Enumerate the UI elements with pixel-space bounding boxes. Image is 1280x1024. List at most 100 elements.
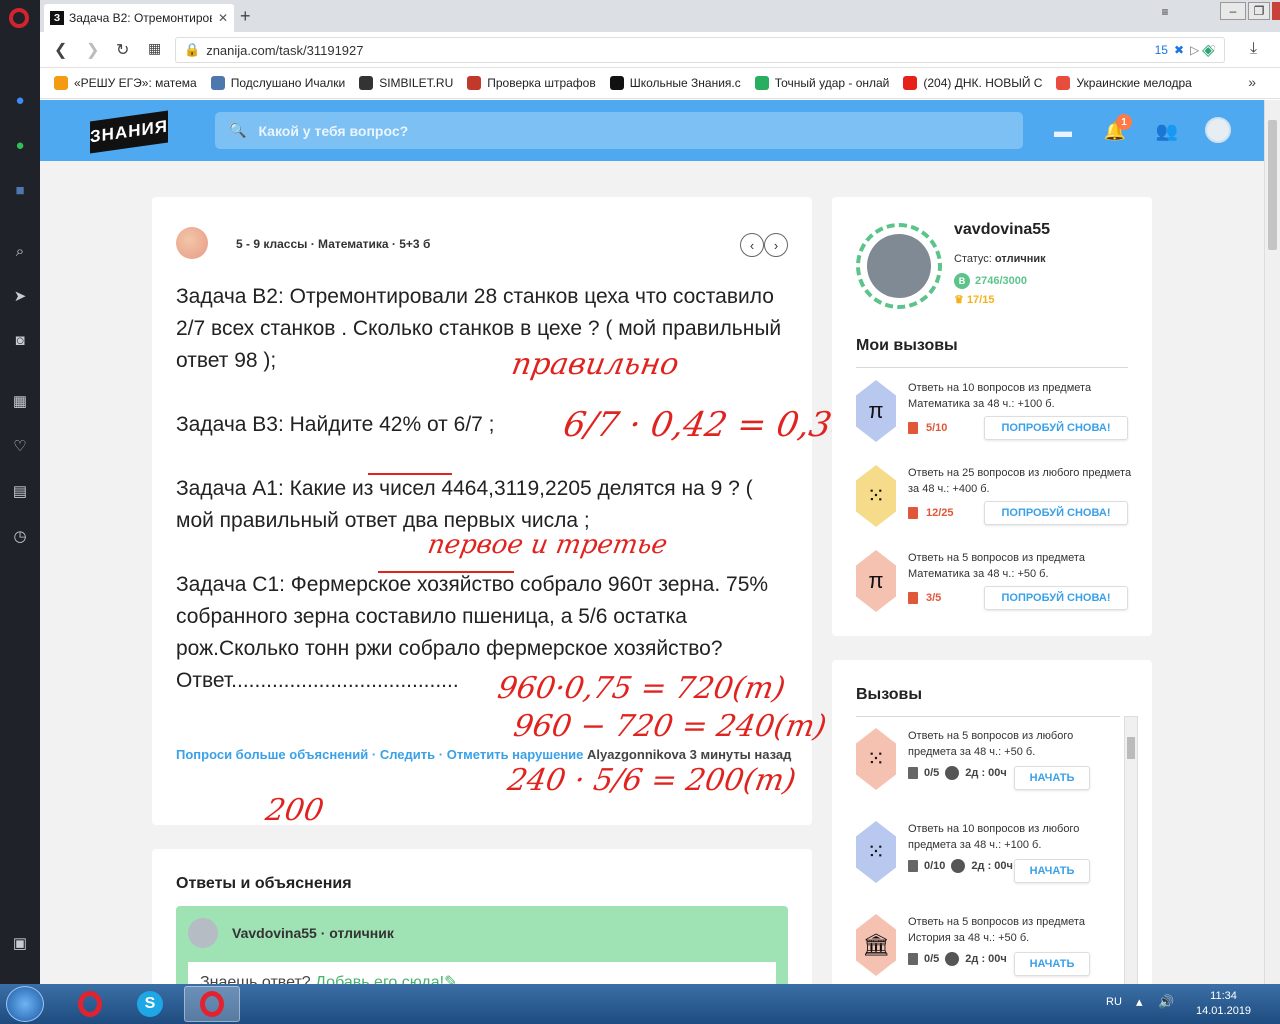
handwriting-calc: 960·0,75 = 720(т) — [494, 671, 789, 706]
language-indicator[interactable]: RU — [1106, 996, 1122, 1008]
new-tab-button[interactable]: + — [240, 6, 251, 27]
bookmark-item[interactable]: Проверка штрафов — [467, 76, 596, 90]
handwriting-note: первое и третье — [425, 530, 670, 560]
retry-challenge-button[interactable]: ПОПРОБУЙ СНОВА! — [984, 416, 1128, 440]
add-answer-link[interactable]: Добавь его сюда! — [315, 974, 444, 984]
clock-date: 14.01.2019 — [1196, 1005, 1252, 1017]
profile-avatar[interactable] — [856, 223, 942, 309]
back-icon[interactable]: ❮ — [54, 40, 67, 60]
taskbar-skype[interactable]: S — [122, 986, 178, 1022]
speed-dial-button-icon[interactable]: ▦ — [148, 40, 161, 57]
challenges-title: Вызовы — [856, 686, 923, 703]
user-avatar[interactable] — [1205, 117, 1231, 143]
bookmark-item[interactable]: (204) ДНК. НОВЫЙ С — [903, 76, 1042, 90]
add-answer-field[interactable]: Знаешь ответ? Добавь его сюда!✎ — [188, 962, 776, 984]
report-link[interactable]: Отметить нарушение — [447, 747, 584, 762]
profile-username[interactable]: vavdovina55 — [954, 221, 1050, 239]
handwriting-calc: 960 − 720 = 240(т) — [510, 709, 830, 744]
messenger-icon[interactable]: ● — [8, 88, 32, 112]
camera-icon[interactable]: ◙ — [8, 328, 32, 352]
start-challenge-button[interactable]: НАЧАТЬ — [1014, 859, 1090, 883]
active-tab[interactable]: З Задача В2: Отремонтиров ✕ — [44, 4, 234, 32]
challenge-count: 12/25 — [926, 507, 954, 519]
opera-icon — [200, 991, 224, 1017]
adblock-count: 15 — [1154, 43, 1168, 57]
author-name[interactable]: Alyazgonnikova — [587, 747, 686, 762]
search-input[interactable]: 🔍 Какой у тебя вопрос? — [215, 112, 1023, 149]
points-value: 2746/3000 — [975, 275, 1027, 287]
challenge-text: Ответь на 5 вопросов из любого предмета … — [908, 730, 1074, 758]
start-challenge-button[interactable]: НАЧАТЬ — [1014, 766, 1090, 790]
address-bar: ❮ ❯ ↻ ▦ 🔒 znanija.com/task/31191927 15 ✖… — [40, 32, 1280, 68]
question-meta: 5 - 9 классы · Математика · 5+3 б — [236, 237, 431, 251]
ask-more-link[interactable]: Попроси больше объяснений — [176, 747, 368, 762]
bookmarks-more-icon[interactable]: » — [1248, 74, 1256, 90]
bookmark-item[interactable]: Подслушано Ичалки — [210, 76, 345, 90]
scrollbar-thumb[interactable] — [1268, 120, 1277, 250]
next-question-button[interactable]: › — [764, 233, 788, 257]
challenge-meta: 0/5 2д : 00ч — [908, 766, 1007, 780]
volume-icon[interactable]: 🔊 — [1158, 994, 1174, 1010]
retry-challenge-button[interactable]: ПОПРОБУЙ СНОВА! — [984, 586, 1128, 610]
bookmark-item[interactable]: «РЕШУ ЕГЭ»: матема — [54, 76, 197, 90]
follow-link[interactable]: Следить — [380, 747, 435, 762]
profile-points: B 2746/3000 — [954, 273, 1027, 289]
tab-menu-icon[interactable]: ≡ — [1150, 0, 1180, 24]
sidebar-toggle-icon[interactable]: ▣ — [8, 931, 32, 955]
tray-arrow-icon[interactable]: ▴ — [1136, 994, 1143, 1010]
document-icon — [908, 592, 918, 604]
taskbar-opera-active[interactable] — [184, 986, 240, 1022]
history-icon[interactable]: ◷ — [8, 524, 32, 548]
page-scrollbar[interactable] — [1264, 100, 1280, 984]
friends-icon[interactable]: 👥 — [1154, 118, 1180, 144]
adblock-icon[interactable]: ✖ — [1174, 43, 1184, 57]
bookmark-item[interactable]: Украинские мелодра — [1056, 76, 1192, 90]
prev-question-button[interactable]: ‹ — [740, 233, 764, 257]
challenge-progress: 3/5 — [908, 592, 941, 604]
retry-challenge-button[interactable]: ПОПРОБУЙ СНОВА! — [984, 501, 1128, 525]
search-icon[interactable]: ⌕ — [8, 239, 32, 263]
challenge-item: ⁙ Ответь на 5 вопросов из любого предмет… — [856, 728, 1136, 814]
send-icon[interactable]: ➤ — [8, 284, 32, 308]
share-icon[interactable]: ▷ — [1190, 43, 1199, 57]
reload-icon[interactable]: ↻ — [116, 40, 129, 60]
opera-sidebar: ● ● ■ ⌕ ➤ ◙ ▦ ♡ ▤ ◷ ▣ — [0, 0, 40, 984]
pencil-icon: ✎ — [444, 974, 458, 984]
heart-icon[interactable]: ♡ — [8, 434, 32, 458]
tab-title: Задача В2: Отремонтиров — [69, 11, 212, 25]
close-window-button[interactable]: ✕ — [1272, 2, 1280, 20]
challenge-text: Ответь на 10 вопросов из предмета Матема… — [908, 382, 1092, 410]
messages-icon[interactable]: ▬ — [1050, 118, 1076, 144]
maximize-button[interactable]: ❐ — [1248, 2, 1270, 20]
clock-icon — [951, 859, 966, 873]
znanija-logo[interactable]: ЗНАНИЯ — [90, 110, 168, 154]
bookmark-label: (204) ДНК. НОВЫЙ С — [923, 76, 1043, 90]
handwriting-answer: 200 — [262, 793, 327, 828]
answers-card: Ответы и объяснения Vavdovina55 · отличн… — [152, 849, 812, 984]
bookmark-item[interactable]: SIMBILET.RU — [359, 76, 453, 90]
system-clock[interactable]: 11:34 14.01.2019 — [1196, 989, 1251, 1019]
forward-icon[interactable]: ❯ — [86, 40, 99, 60]
opera-logo-icon[interactable] — [9, 8, 29, 28]
bookmark-label: Украинские мелодра — [1076, 76, 1192, 90]
start-challenge-button[interactable]: НАЧАТЬ — [1014, 952, 1090, 976]
start-button[interactable] — [6, 986, 44, 1022]
opera-icon — [78, 991, 102, 1017]
tab-close-icon[interactable]: ✕ — [218, 11, 228, 25]
challenge-text: Ответь на 25 вопросов из любого предмета… — [908, 467, 1132, 495]
asker-avatar[interactable] — [176, 227, 208, 259]
download-icon[interactable]: ⤓ — [1250, 40, 1257, 58]
vpn-icon[interactable]: ◈ — [1202, 40, 1214, 60]
challenge-count: 0/5 — [924, 767, 940, 779]
bookmarks-bar: «РЕШУ ЕГЭ»: матема Подслушано Ичалки SIM… — [40, 68, 1280, 99]
bookmark-item[interactable]: Школьные Знания.c — [609, 76, 741, 90]
minimize-button[interactable]: – — [1220, 2, 1246, 20]
bookmark-item[interactable]: Точный удар - онлай — [754, 76, 889, 90]
vk-icon[interactable]: ■ — [8, 178, 32, 202]
taskbar-opera[interactable] — [62, 986, 118, 1022]
news-icon[interactable]: ▤ — [8, 479, 32, 503]
speed-dial-icon[interactable]: ▦ — [8, 389, 32, 413]
url-field[interactable]: 🔒 znanija.com/task/31191927 15 ✖ ▷ ♡ — [175, 37, 1225, 63]
clock-icon — [945, 952, 960, 966]
whatsapp-icon[interactable]: ● — [8, 133, 32, 157]
